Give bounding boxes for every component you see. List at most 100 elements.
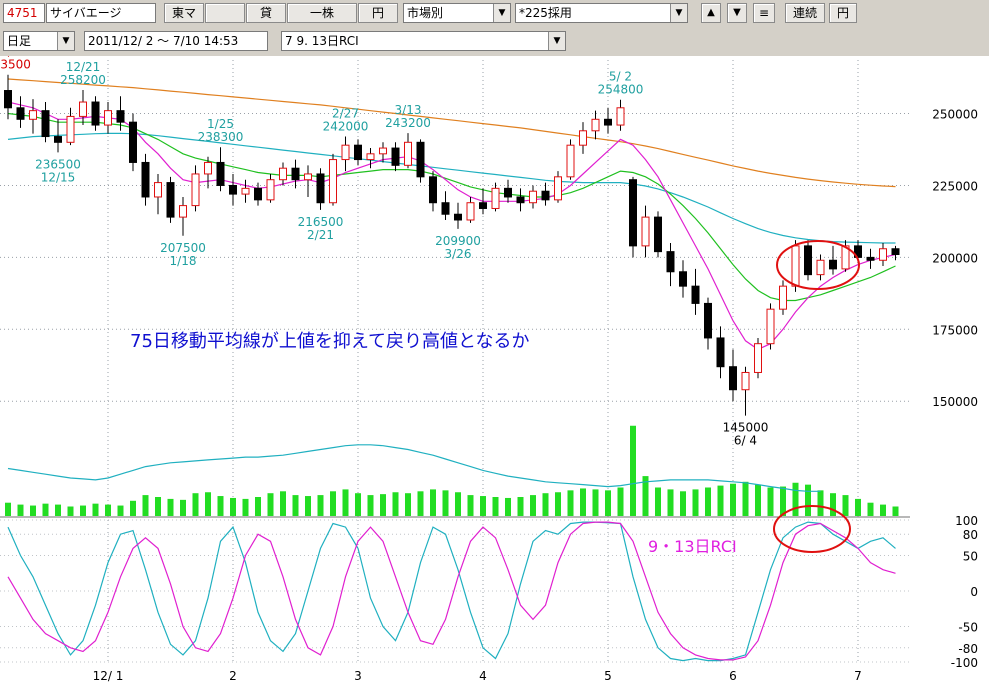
- name-field[interactable]: サイバエージ: [46, 3, 156, 23]
- volume-bar: [242, 498, 249, 516]
- peak-label: 6/ 4: [734, 434, 757, 448]
- market-select[interactable]: 市場別 ▼: [403, 3, 511, 23]
- volume-bar: [217, 496, 224, 516]
- indicator-select[interactable]: 7 9. 13日RCI ▼: [281, 31, 566, 51]
- volume-bar: [417, 491, 424, 516]
- peak-label: 258200: [60, 73, 106, 87]
- dropdown-arrow-icon[interactable]: ▼: [57, 32, 74, 50]
- volume-bar: [317, 495, 324, 516]
- currency-button[interactable]: 円: [358, 3, 398, 23]
- candle-up: [579, 130, 587, 146]
- candle-down: [666, 251, 675, 273]
- volume-bar: [180, 499, 186, 516]
- candle-up: [766, 308, 775, 345]
- dropdown-arrow-icon[interactable]: ▼: [670, 4, 687, 22]
- candle-up: [204, 161, 212, 175]
- candle-down: [716, 337, 725, 368]
- volume-bar: [717, 485, 724, 516]
- volume-bar: [142, 495, 149, 516]
- volume-bar: [230, 497, 236, 516]
- date-tick-label: 2: [229, 669, 237, 683]
- peak-label: 236500: [35, 157, 81, 171]
- volume-bar: [792, 482, 799, 516]
- dropdown-arrow-icon[interactable]: ▼: [548, 32, 565, 50]
- continuous-button[interactable]: 連続: [785, 3, 825, 23]
- price-tick-label: 150000: [932, 395, 978, 409]
- volume-bar: [117, 505, 124, 516]
- peak-label: 2/21: [307, 228, 334, 242]
- volume-bar: [42, 503, 49, 516]
- index-select[interactable]: *225採用 ▼: [515, 3, 688, 23]
- candle-down: [729, 366, 737, 391]
- volume-bar: [817, 490, 824, 516]
- volume-bar: [705, 487, 711, 516]
- peak-label: 12/15: [41, 170, 76, 184]
- volume-bar: [255, 497, 261, 516]
- volume-bar: [867, 502, 874, 516]
- indicator-select-label: 7 9. 13日RCI: [285, 34, 359, 48]
- candle-down: [91, 101, 100, 126]
- price-tick-label: 200000: [932, 251, 978, 265]
- volume-bar: [467, 495, 474, 516]
- dropdown-arrow-icon[interactable]: ▼: [493, 4, 510, 22]
- volume-bar: [730, 483, 736, 516]
- loan-button[interactable]: 貸: [246, 3, 286, 23]
- candle-down: [129, 121, 137, 163]
- peak-label: 207500: [160, 241, 206, 255]
- volume-bar: [167, 498, 174, 516]
- volume-bar: [830, 493, 836, 516]
- volume-bar: [855, 498, 861, 516]
- candle-down: [291, 167, 300, 181]
- rci-tick-label: 80: [963, 528, 978, 542]
- peak-label: 12/21: [66, 60, 101, 74]
- blank-button[interactable]: [205, 3, 245, 23]
- period-select-label: 日足: [7, 34, 32, 48]
- peak-label: 242000: [323, 120, 369, 134]
- volume-bar: [430, 489, 436, 516]
- volume-bar: [205, 492, 211, 516]
- date-tick-label: 4: [479, 669, 487, 683]
- volume-bar: [680, 491, 686, 516]
- candle-up: [279, 167, 287, 181]
- candle-up: [791, 245, 800, 287]
- volume-bar: [92, 503, 99, 516]
- volume-bar: [567, 490, 574, 516]
- volume-bar: [492, 497, 499, 516]
- peak-label: 1/25: [207, 117, 234, 131]
- down-arrow-icon[interactable]: ▼: [727, 3, 747, 23]
- volume-bar: [480, 496, 486, 516]
- unit-button[interactable]: 一株: [287, 3, 357, 23]
- candle-down: [416, 141, 425, 178]
- volume-bar: [5, 502, 11, 516]
- candle-down: [704, 302, 712, 339]
- yen-button[interactable]: 円: [829, 3, 857, 23]
- volume-bar: [542, 493, 549, 516]
- up-arrow-icon[interactable]: ▲: [701, 3, 721, 23]
- candle-down: [479, 202, 487, 209]
- rci-tick-label: -50: [958, 621, 978, 635]
- period-select[interactable]: 日足 ▼: [3, 31, 75, 51]
- candle-down: [41, 110, 50, 138]
- volume-bar: [17, 504, 24, 516]
- peak-label: 1/18: [170, 254, 197, 268]
- candle-up: [816, 259, 825, 276]
- candle-down: [516, 196, 525, 204]
- volume-bar: [805, 484, 811, 516]
- code-field[interactable]: 4751: [3, 3, 45, 23]
- candle-down: [804, 245, 812, 276]
- volume-bar: [580, 488, 586, 516]
- volume-bar: [517, 497, 524, 516]
- volume-bar: [330, 491, 336, 516]
- peak-label: 2/27: [332, 107, 359, 121]
- rci-tick-label: -100: [951, 656, 978, 670]
- candle-down: [866, 256, 875, 261]
- candle-down: [504, 187, 512, 198]
- volume-bar: [342, 489, 349, 516]
- volume-bar: [780, 486, 786, 516]
- candle-up: [404, 141, 412, 166]
- menu-icon[interactable]: ≡: [753, 3, 775, 23]
- candle-down: [429, 176, 437, 204]
- volume-bar: [617, 487, 624, 516]
- exchange-button[interactable]: 東マ: [164, 3, 204, 23]
- volume-bar: [192, 493, 199, 516]
